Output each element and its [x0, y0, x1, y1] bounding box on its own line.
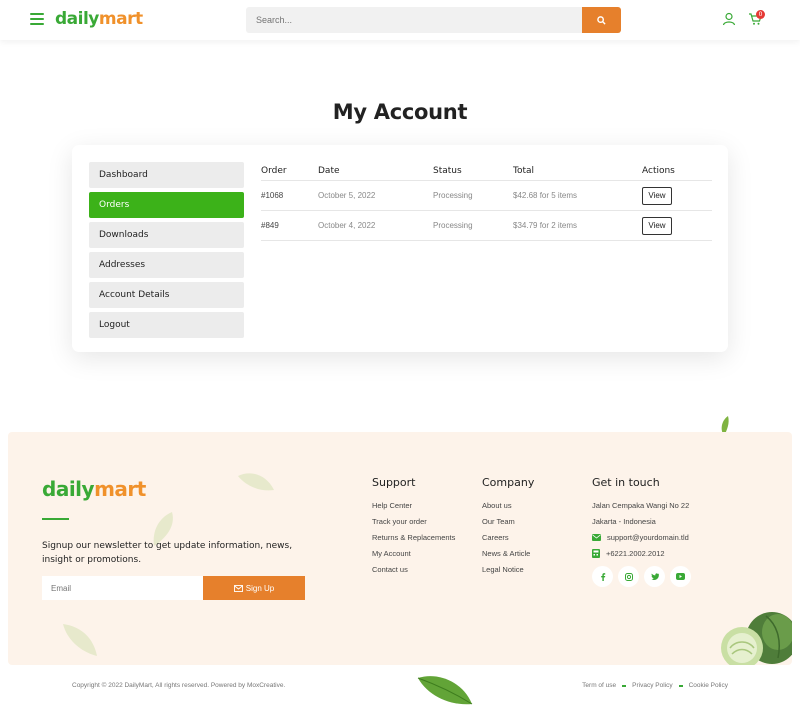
support-column: Support Help Center Track your order Ret…	[372, 476, 455, 581]
link-legal-notice[interactable]: Legal Notice	[482, 565, 534, 574]
youtube-icon[interactable]	[670, 566, 691, 587]
column-header-actions: Actions	[642, 166, 675, 176]
menu-icon[interactable]	[30, 13, 44, 25]
menu-item-account-details[interactable]: Account Details	[89, 282, 244, 308]
column-header-total: Total	[513, 166, 535, 176]
contact-email[interactable]: support@yourdomain.tld	[592, 533, 691, 542]
contact-column: Get in touch Jalan Cempaka Wangi No 22 J…	[592, 476, 691, 587]
link-my-account[interactable]: My Account	[372, 549, 455, 558]
search-button[interactable]	[582, 7, 621, 33]
twitter-icon[interactable]	[644, 566, 665, 587]
newsletter-text: Signup our newsletter to get update info…	[42, 541, 293, 565]
order-date: October 5, 2022	[318, 191, 376, 200]
link-returns[interactable]: Returns & Replacements	[372, 533, 455, 542]
instagram-icon[interactable]	[618, 566, 639, 587]
link-careers[interactable]: Careers	[482, 533, 534, 542]
table-header: Order Date Status Total Actions	[261, 162, 712, 181]
order-status: Processing	[433, 191, 473, 200]
link-help-center[interactable]: Help Center	[372, 501, 455, 510]
link-contact-us[interactable]: Contact us	[372, 565, 455, 574]
social-links	[592, 566, 691, 587]
link-privacy-policy[interactable]: Privacy Policy	[632, 682, 672, 689]
address-line-2: Jakarta - Indonesia	[592, 517, 656, 526]
support-heading: Support	[372, 476, 416, 489]
company-heading: Company	[482, 476, 535, 489]
contact-heading: Get in touch	[592, 476, 660, 489]
facebook-icon[interactable]	[592, 566, 613, 587]
link-news-article[interactable]: News & Article	[482, 549, 534, 558]
column-header-status: Status	[433, 166, 462, 176]
link-cookie-policy[interactable]: Cookie Policy	[689, 682, 728, 689]
site-footer: dailymart Signup our newsletter to get u…	[8, 432, 792, 665]
orders-table: Order Date Status Total Actions #1068 Oc…	[261, 162, 712, 241]
account-menu: Dashboard Orders Downloads Addresses Acc…	[89, 162, 244, 342]
site-logo[interactable]: dailymart	[55, 9, 143, 29]
cabbage-illustration-icon	[721, 612, 792, 665]
leaf-decoration-icon	[417, 676, 473, 705]
link-term-of-use[interactable]: Term of use	[582, 682, 616, 689]
leaf-decoration-icon	[63, 624, 97, 656]
signup-label: Sign Up	[245, 583, 275, 593]
user-icon[interactable]	[722, 12, 736, 26]
search-icon	[597, 15, 606, 25]
menu-item-addresses[interactable]: Addresses	[89, 252, 244, 278]
footer-logo[interactable]: dailymart	[42, 477, 146, 501]
address-line-1: Jalan Cempaka Wangi No 22	[592, 501, 690, 510]
order-total: $34.79 for 2 items	[513, 221, 578, 230]
column-header-order: Order	[261, 166, 287, 176]
view-order-button[interactable]: View	[642, 216, 672, 235]
link-our-team[interactable]: Our Team	[482, 517, 534, 526]
envelope-icon	[233, 584, 243, 592]
table-row: #849 October 4, 2022 Processing $34.79 f…	[261, 211, 712, 241]
email-icon	[592, 534, 601, 541]
cart-count-badge: 0	[756, 10, 765, 19]
search-bar	[246, 7, 621, 33]
account-card: Dashboard Orders Downloads Addresses Acc…	[72, 145, 728, 352]
logo-text-daily: daily	[55, 9, 99, 29]
contact-email-text: support@yourdomain.tld	[607, 533, 689, 542]
menu-item-orders[interactable]: Orders	[89, 192, 244, 218]
separator	[622, 684, 627, 687]
search-input[interactable]	[246, 7, 582, 33]
column-header-date: Date	[318, 166, 340, 176]
divider	[42, 518, 69, 520]
contact-phone-text: +6221.2002.2012	[606, 549, 665, 558]
order-status: Processing	[433, 221, 473, 230]
view-order-button[interactable]: View	[642, 186, 672, 205]
leaf-decoration-icon	[238, 473, 274, 491]
copyright-text: Copyright © 2022 DailyMart, All rights r…	[72, 682, 286, 689]
order-number[interactable]: #849	[261, 221, 318, 230]
signup-button[interactable]: Sign Up	[203, 576, 305, 600]
table-row: #1068 October 5, 2022 Processing $42.68 …	[261, 181, 712, 211]
contact-phone[interactable]: +6221.2002.2012	[592, 549, 691, 558]
legal-links: Term of use Privacy Policy Cookie Policy	[582, 682, 728, 689]
link-about-us[interactable]: About us	[482, 501, 534, 510]
order-date: October 4, 2022	[318, 221, 376, 230]
site-header: dailymart 0	[0, 0, 800, 40]
menu-item-dashboard[interactable]: Dashboard	[89, 162, 244, 188]
company-column: Company About us Our Team Careers News &…	[482, 476, 534, 581]
page-title: My Account	[332, 100, 468, 124]
order-number[interactable]: #1068	[261, 191, 318, 200]
link-track-order[interactable]: Track your order	[372, 517, 455, 526]
logo-text-daily: daily	[42, 477, 95, 501]
phone-icon	[592, 549, 600, 558]
menu-item-logout[interactable]: Logout	[89, 312, 244, 338]
logo-text-mart: mart	[94, 477, 146, 501]
newsletter-email-input[interactable]	[42, 576, 203, 600]
separator	[678, 684, 683, 687]
logo-text-mart: mart	[98, 9, 143, 29]
menu-item-downloads[interactable]: Downloads	[89, 222, 244, 248]
order-total: $42.68 for 5 items	[513, 191, 578, 200]
